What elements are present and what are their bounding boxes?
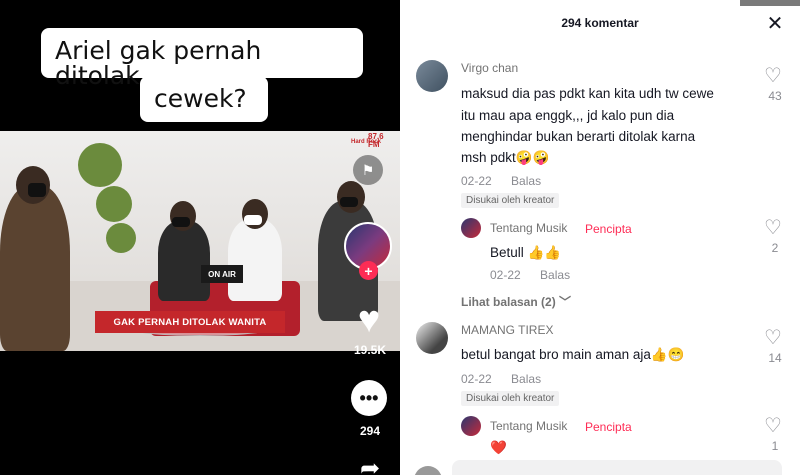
share-arrow-icon[interactable]: ➦ bbox=[354, 455, 386, 475]
comment-meta: 02-22 Balas bbox=[461, 372, 541, 386]
heart-outline-icon[interactable]: ♡ bbox=[764, 218, 782, 238]
like-count: 19.5K bbox=[353, 343, 387, 357]
follow-plus-icon[interactable]: + bbox=[359, 261, 378, 280]
heart-outline-icon[interactable]: ♡ bbox=[764, 328, 782, 348]
creator-tag: Pencipta bbox=[585, 222, 632, 236]
mask bbox=[244, 215, 262, 225]
reply-username[interactable]: Tentang Musik bbox=[490, 221, 567, 235]
comment-count: 294 bbox=[359, 424, 381, 438]
reply-text: ❤️ bbox=[490, 440, 507, 455]
report-flag-icon[interactable]: ⚑ bbox=[353, 155, 383, 185]
comment-text-line: maksud dia pas pdkt kan kita udh tw cewe bbox=[461, 86, 714, 101]
avatar[interactable] bbox=[416, 60, 448, 92]
reply-text: Betull 👍👍 bbox=[490, 245, 562, 260]
plant bbox=[78, 143, 122, 187]
like-count: 14 bbox=[768, 351, 782, 365]
lower-third-banner: GAK PERNAH DITOLAK WANITA bbox=[95, 311, 285, 333]
view-replies-label: Lihat balasan (2) bbox=[461, 295, 556, 309]
reply-button[interactable]: Balas bbox=[511, 174, 541, 188]
comment-input[interactable] bbox=[452, 460, 782, 475]
mask bbox=[28, 183, 46, 197]
like-heart-icon[interactable]: ♥ bbox=[349, 299, 389, 341]
video-frame[interactable]: Hard Rock 87.6 FM ON AIR GAK PERNAH DITO… bbox=[0, 131, 400, 351]
plant bbox=[96, 186, 132, 222]
guest-figure bbox=[228, 219, 282, 301]
creator-liked-badge: Disukai oleh kreator bbox=[461, 391, 560, 406]
comment-text-line: itu mau apa enggk,,, jd kalo pun dia bbox=[461, 108, 675, 123]
video-player[interactable]: Ariel gak pernah ditolak cewek? Hard Roc… bbox=[0, 0, 400, 475]
comments-title: 294 komentar bbox=[561, 16, 639, 30]
avatar[interactable] bbox=[416, 322, 448, 354]
guest-figure bbox=[158, 221, 210, 301]
mask bbox=[172, 217, 190, 227]
reply-username[interactable]: Tentang Musik bbox=[490, 419, 567, 433]
view-replies-button[interactable]: Lihat balasan (2) ﹀ bbox=[461, 293, 571, 310]
avatar[interactable] bbox=[461, 218, 481, 238]
onair-sign: ON AIR bbox=[201, 265, 243, 283]
like-count: 43 bbox=[768, 89, 782, 103]
comment-text-line: menghindar bukan berarti ditolak karna bbox=[461, 129, 696, 144]
comment-meta: 02-22 Balas bbox=[461, 174, 541, 188]
creator-tag: Pencipta bbox=[585, 420, 632, 434]
reply-button[interactable]: Balas bbox=[511, 372, 541, 386]
host-figure bbox=[0, 186, 70, 351]
creator-liked-badge: Disukai oleh kreator bbox=[461, 193, 560, 208]
comment-date: 02-22 bbox=[461, 174, 492, 188]
like-count: 2 bbox=[771, 241, 779, 255]
reply-button[interactable]: Balas bbox=[540, 268, 570, 282]
comment-username[interactable]: Virgo chan bbox=[461, 61, 518, 75]
plant bbox=[106, 223, 136, 253]
comments-panel: 294 komentar ✕ Virgo chan maksud dia pas… bbox=[400, 0, 800, 475]
station-logo: Hard Rock 87.6 FM bbox=[351, 131, 395, 157]
caption-line-1: Ariel gak pernah ditolak bbox=[41, 28, 363, 88]
comment-username[interactable]: MAMANG TIREX bbox=[461, 323, 553, 337]
like-count: 1 bbox=[771, 439, 779, 453]
caption-line-2: cewek? bbox=[140, 76, 268, 122]
comment-text-line: msh pdkt🤪🤪 bbox=[461, 150, 550, 165]
chevron-down-icon: ﹀ bbox=[559, 295, 572, 309]
heart-outline-icon[interactable]: ♡ bbox=[764, 416, 782, 436]
comment-date: 02-22 bbox=[461, 372, 492, 386]
mask bbox=[340, 197, 358, 207]
comment-bubble-icon[interactable]: ••• bbox=[351, 380, 387, 416]
reply-meta: 02-22 Balas bbox=[490, 268, 570, 282]
comment-text: betul bangat bro main aman aja👍😁 bbox=[461, 347, 685, 362]
avatar[interactable] bbox=[461, 416, 481, 436]
reply-date: 02-22 bbox=[490, 268, 521, 282]
close-icon[interactable]: ✕ bbox=[764, 12, 786, 35]
heart-outline-icon[interactable]: ♡ bbox=[764, 66, 782, 86]
current-user-avatar bbox=[414, 466, 442, 475]
station-frequency: 87.6 FM bbox=[368, 132, 384, 149]
top-strip bbox=[740, 0, 800, 6]
